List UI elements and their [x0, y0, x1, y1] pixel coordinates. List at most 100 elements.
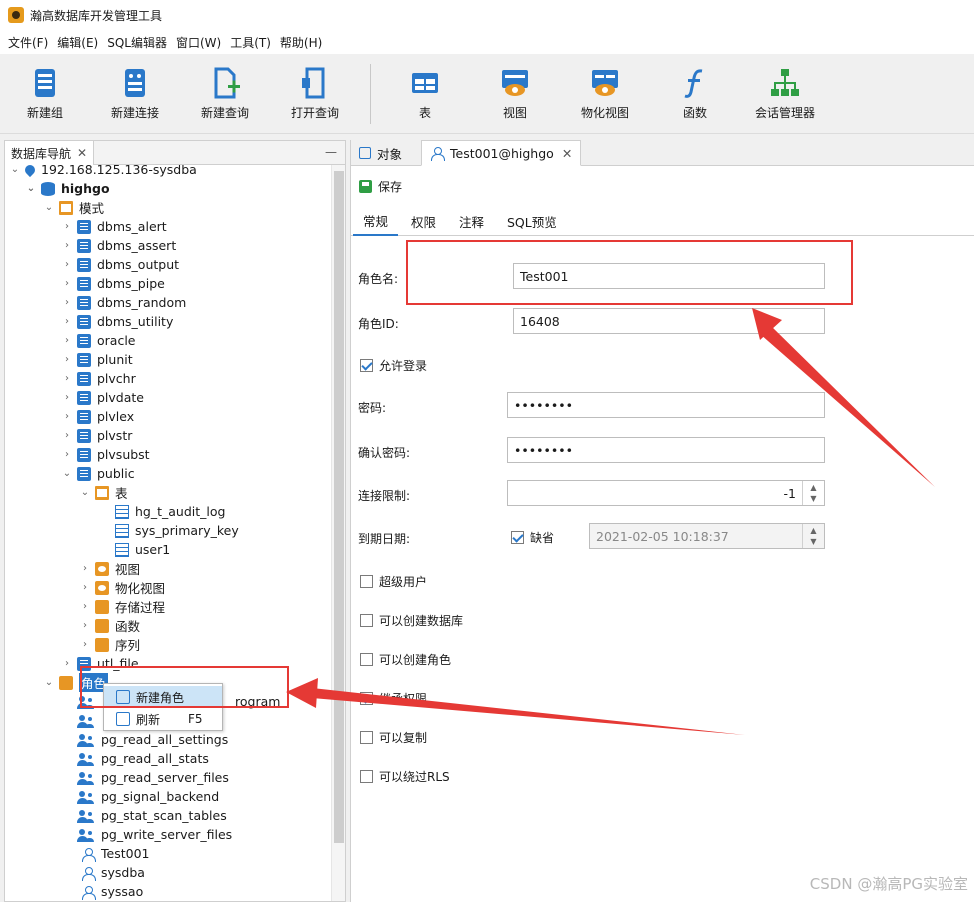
tab-comments[interactable]: 注释: [449, 206, 494, 236]
tree-item-sequences-folder[interactable]: › 序列: [79, 635, 140, 654]
expiry-default-checkbox[interactable]: 缺省: [511, 529, 554, 546]
close-icon[interactable]: ✕: [77, 146, 87, 160]
chevron-right-icon[interactable]: ›: [61, 240, 73, 251]
chevron-right-icon[interactable]: ›: [61, 392, 73, 403]
tree-item-schema[interactable]: › plvstr: [61, 426, 132, 445]
chevron-right-icon[interactable]: ›: [61, 221, 73, 232]
create-role-checkbox[interactable]: 可以创建角色: [360, 651, 451, 668]
tree-item-schema[interactable]: › dbms_output: [61, 255, 179, 274]
chevron-right-icon[interactable]: ›: [61, 259, 73, 270]
tab-general[interactable]: 常规: [353, 206, 399, 236]
save-button[interactable]: 保存: [378, 178, 402, 195]
tree-item-schema[interactable]: › dbms_pipe: [61, 274, 165, 293]
menu-item-refresh[interactable]: 刷新 F5: [104, 708, 222, 730]
tree-item-schema[interactable]: › plvsubst: [61, 445, 150, 464]
tree-item-role[interactable]: pg_stat_scan_tables: [77, 806, 227, 825]
password-input[interactable]: ••••••••: [507, 392, 825, 418]
chevron-right-icon[interactable]: ›: [61, 658, 73, 669]
tree-item-tables-folder[interactable]: ⌄ 表: [79, 483, 128, 502]
role-id-input[interactable]: 16408: [513, 308, 825, 334]
tree-item-schema[interactable]: › plunit: [61, 350, 133, 369]
bypass-rls-checkbox[interactable]: 可以绕过RLS: [360, 768, 450, 785]
tab-privileges[interactable]: 权限: [401, 206, 446, 236]
chevron-right-icon[interactable]: ›: [79, 639, 91, 650]
tree-item-table[interactable]: user1: [115, 540, 170, 559]
tab-role-test001[interactable]: Test001@highgo ✕: [421, 140, 582, 166]
tree-item-table[interactable]: sys_primary_key: [115, 521, 239, 540]
minimize-icon[interactable]: —: [325, 145, 337, 159]
chevron-right-icon[interactable]: ›: [79, 620, 91, 631]
tab-objects[interactable]: 对象: [351, 140, 410, 166]
inherit-privileges-checkbox[interactable]: 继承权限: [360, 690, 427, 707]
tree-item-role[interactable]: [77, 711, 101, 730]
materialized-view-button[interactable]: 物化视图: [560, 54, 650, 134]
superuser-checkbox[interactable]: 超级用户: [360, 573, 427, 590]
tree-item-schema[interactable]: › plvchr: [61, 369, 136, 388]
allow-login-checkbox[interactable]: 允许登录: [360, 357, 427, 374]
tab-database-navigator[interactable]: 数据库导航 ✕: [5, 141, 95, 165]
chevron-right-icon[interactable]: ›: [79, 582, 91, 593]
menu-window[interactable]: 窗口(W): [174, 34, 228, 51]
close-icon[interactable]: ✕: [562, 146, 572, 161]
menu-file[interactable]: 文件(F): [6, 34, 55, 51]
tree-item-schema[interactable]: › plvdate: [61, 388, 144, 407]
connection-limit-input[interactable]: -1 ▲ ▼: [507, 480, 825, 506]
tree-item-table[interactable]: hg_t_audit_log: [115, 502, 225, 521]
tree-item-role[interactable]: pg_write_server_files: [77, 825, 232, 844]
tree-item-role[interactable]: pg_read_all_settings: [77, 730, 228, 749]
tree-item-schema[interactable]: › dbms_random: [61, 293, 186, 312]
chevron-down-icon[interactable]: ⌄: [61, 468, 73, 479]
chevron-right-icon[interactable]: ›: [61, 297, 73, 308]
chevron-right-icon[interactable]: ›: [61, 316, 73, 327]
chevron-right-icon[interactable]: ›: [61, 278, 73, 289]
tree-item-views-folder[interactable]: › 视图: [79, 559, 140, 578]
table-button[interactable]: 表: [380, 54, 470, 134]
menu-tools[interactable]: 工具(T): [228, 34, 278, 51]
chevron-down-icon[interactable]: ⌄: [9, 165, 21, 175]
tree-item-schema[interactable]: › dbms_assert: [61, 236, 176, 255]
tree-item-role[interactable]: pg_read_server_files: [77, 768, 229, 787]
tree-item-database[interactable]: ⌄ highgo: [25, 179, 110, 198]
chevron-down-icon[interactable]: ⌄: [79, 487, 91, 498]
tree-item-role[interactable]: pg_read_all_stats: [77, 749, 209, 768]
tree-item-schema[interactable]: › oracle: [61, 331, 135, 350]
new-query-button[interactable]: 新建查询: [180, 54, 270, 134]
menu-help[interactable]: 帮助(H): [278, 34, 329, 51]
chevron-right-icon[interactable]: ›: [61, 411, 73, 422]
view-button[interactable]: 视图: [470, 54, 560, 134]
open-query-button[interactable]: 打开查询: [270, 54, 360, 134]
spinner-arrows-icon[interactable]: ▲ ▼: [802, 481, 824, 505]
chevron-down-icon[interactable]: ⌄: [25, 183, 37, 194]
tree-item-mviews-folder[interactable]: › 物化视图: [79, 578, 165, 597]
chevron-right-icon[interactable]: ›: [61, 354, 73, 365]
new-group-button[interactable]: 新建组: [0, 54, 90, 134]
tree-item-schemas[interactable]: ⌄ 模式: [43, 198, 104, 217]
new-connection-button[interactable]: 新建连接: [90, 54, 180, 134]
tab-sql-preview[interactable]: SQL预览: [497, 206, 567, 236]
tree-item-user[interactable]: sysdba: [81, 863, 145, 882]
function-button[interactable]: 函数: [650, 54, 740, 134]
chevron-down-icon[interactable]: ⌄: [43, 677, 55, 688]
chevron-right-icon[interactable]: ›: [61, 449, 73, 460]
tree-item-schema[interactable]: › dbms_alert: [61, 217, 167, 236]
menu-edit[interactable]: 编辑(E): [55, 34, 105, 51]
chevron-right-icon[interactable]: ›: [61, 335, 73, 346]
tree-item-schema-public[interactable]: ⌄ public: [61, 464, 135, 483]
chevron-right-icon[interactable]: ›: [79, 563, 91, 574]
tree-item-role[interactable]: pg_signal_backend: [77, 787, 219, 806]
chevron-down-icon[interactable]: ⌄: [43, 202, 55, 213]
navigator-scrollbar[interactable]: [331, 165, 345, 901]
tree-item-procedures-folder[interactable]: › 存储过程: [79, 597, 165, 616]
session-manager-button[interactable]: 会话管理器: [740, 54, 830, 134]
chevron-right-icon[interactable]: ›: [61, 373, 73, 384]
scrollbar-thumb[interactable]: [334, 171, 344, 843]
tree-item-user[interactable]: Test001: [81, 844, 149, 863]
menu-sql-editor[interactable]: SQL编辑器: [105, 34, 174, 51]
tree-item-functions-folder[interactable]: › 函数: [79, 616, 140, 635]
chevron-right-icon[interactable]: ›: [79, 601, 91, 612]
tree-item-schema[interactable]: › dbms_utility: [61, 312, 173, 331]
confirm-password-input[interactable]: ••••••••: [507, 437, 825, 463]
chevron-right-icon[interactable]: ›: [61, 430, 73, 441]
tree-item-schema[interactable]: › plvlex: [61, 407, 134, 426]
tree-item-server[interactable]: ⌄ 192.168.125.136-sysdba: [9, 165, 197, 179]
